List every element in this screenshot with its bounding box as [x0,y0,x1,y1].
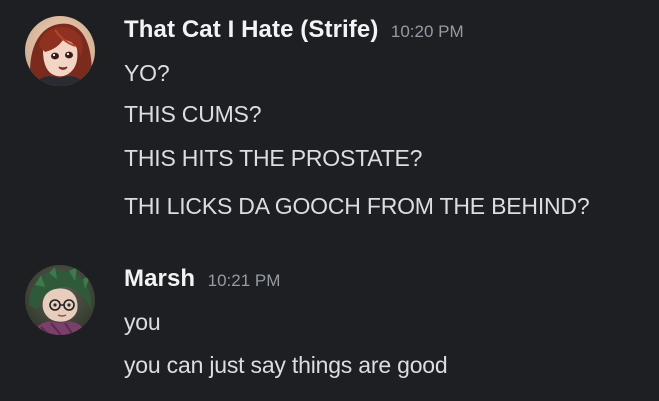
avatar-red-haired-character-icon [25,16,95,86]
username[interactable]: That Cat I Hate (Strife) [124,16,378,43]
message-line: you can just say things are good [124,352,448,378]
username[interactable]: Marsh [124,265,195,292]
chat-messages: That Cat I Hate (Strife) 10:20 PM YO? TH… [0,0,659,401]
avatar[interactable] [25,16,95,86]
message-line: YO? [124,60,170,86]
message-header: That Cat I Hate (Strife) 10:20 PM [124,16,464,44]
message-line: THI LICKS DA GOOCH FROM THE BEHIND? [124,193,590,219]
timestamp[interactable]: 10:21 PM [208,271,281,290]
message-line: you [124,309,161,335]
timestamp[interactable]: 10:20 PM [391,22,464,41]
message-header: Marsh 10:21 PM [124,265,280,293]
message-line: THIS HITS THE PROSTATE? [124,145,423,171]
message-line: THIS CUMS? [124,101,262,127]
avatar[interactable] [25,265,95,335]
avatar-green-haired-character-icon [25,265,95,335]
